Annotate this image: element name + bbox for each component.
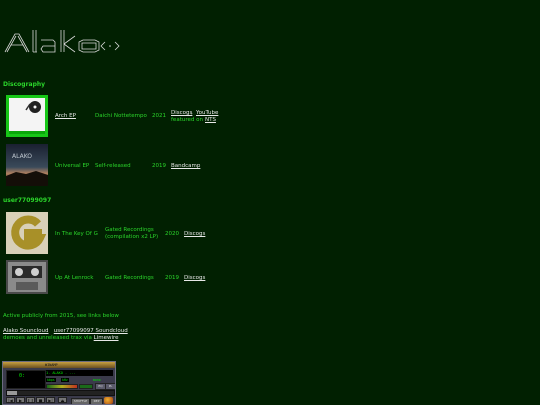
- discogs-link[interactable]: Discogs: [171, 110, 192, 117]
- demos-line: demoes and unreleased trax via Limewire: [3, 335, 119, 342]
- limewire-link[interactable]: Limewire: [94, 335, 119, 341]
- shuffle-button[interactable]: SHUFFLE: [71, 398, 90, 404]
- winamp-kbps: kbps: [46, 378, 56, 382]
- alako-logo-art: [4, 30, 120, 53]
- discogs-link[interactable]: Discogs: [184, 275, 205, 282]
- release-title: Universal EP: [55, 163, 90, 169]
- release-title: In The Key Of G: [55, 231, 98, 237]
- nts-link[interactable]: NTS: [205, 117, 216, 124]
- arch-ep-cover[interactable]: [6, 95, 48, 137]
- eject-button[interactable]: ⏏: [58, 397, 67, 403]
- user-soundcloud-link[interactable]: user77099097 Soundcloud: [54, 328, 128, 334]
- alako-logo: [3, 18, 121, 60]
- release-row: ALAKO Universal EP Self-released 2019 Ba…: [6, 144, 526, 186]
- play-button[interactable]: ▶: [16, 397, 25, 403]
- bandcamp-link[interactable]: Bandcamp: [171, 163, 200, 170]
- seek-knob[interactable]: [7, 391, 17, 395]
- demos-text: demoes and unreleased trax via: [3, 335, 92, 341]
- stop-button[interactable]: ■: [36, 397, 45, 403]
- next-button[interactable]: ▶|: [46, 397, 55, 403]
- link-separator: ,: [191, 110, 193, 116]
- winamp-titlebar[interactable]: WINAMP: [3, 362, 115, 368]
- release-title[interactable]: Arch EP: [55, 113, 76, 120]
- page: Discography Arch EP Daichi Nottetempo 20…: [0, 0, 540, 405]
- release-year: 2020: [165, 231, 179, 237]
- balance-slider[interactable]: [79, 384, 93, 389]
- soundcloud-links: Alako Souncloud user77099097 Soundcloud: [3, 328, 128, 335]
- release-label-note: (compilation x2 LP): [105, 234, 159, 240]
- previous-button[interactable]: |◀: [6, 397, 15, 403]
- in-the-key-of-g-cover[interactable]: [6, 212, 48, 254]
- winamp-khz: kHz: [61, 378, 69, 382]
- youtube-link[interactable]: YouTube: [196, 110, 218, 117]
- release-row: In The Key Of G Gated Recordings (compil…: [6, 212, 526, 254]
- release-label: Self-released: [95, 163, 131, 169]
- alias-heading: user77099097: [3, 197, 52, 204]
- pause-button[interactable]: ❙❙: [26, 397, 35, 403]
- winamp-title: WINAMP: [45, 363, 58, 367]
- repeat-button[interactable]: REP: [90, 398, 103, 404]
- winamp-time: 0:: [19, 373, 26, 379]
- featured-prefix: featured on: [171, 117, 203, 123]
- discogs-link[interactable]: Discogs: [184, 231, 205, 238]
- alako-soundcloud-link[interactable]: Alako Souncloud: [3, 328, 49, 334]
- discography-heading: Discography: [3, 81, 46, 88]
- release-row: Arch EP Daichi Nottetempo 2021 Discogs ,…: [6, 95, 526, 137]
- winamp-display: 0:: [6, 370, 46, 389]
- release-label: Gated Recordings: [105, 275, 154, 281]
- release-label: Daichi Nottetempo: [95, 113, 147, 119]
- active-text: Active publicly from 2015, see links bel…: [3, 313, 119, 319]
- release-year: 2019: [152, 163, 166, 169]
- winamp-player[interactable]: WINAMP 0: 1. ALAKO - ... kbps kHz mono E…: [2, 361, 116, 405]
- winamp-logo-icon[interactable]: [104, 397, 113, 404]
- seek-bar[interactable]: [6, 390, 115, 396]
- winamp-marquee: 1. ALAKO - ...: [46, 370, 113, 376]
- release-label: Gated Recordings: [105, 227, 154, 233]
- volume-slider[interactable]: [46, 384, 78, 389]
- up-at-lenrock-cover[interactable]: [6, 260, 48, 294]
- universal-ep-cover[interactable]: ALAKO: [6, 144, 48, 186]
- winamp-mono: mono: [93, 378, 101, 382]
- release-row: Up At Lenrock Gated Recordings 2019 Disc…: [6, 260, 526, 302]
- release-year: 2019: [165, 275, 179, 281]
- playlist-toggle[interactable]: PL: [105, 383, 115, 390]
- release-title: Up At Lenrock: [55, 275, 94, 281]
- release-year: 2021: [152, 113, 166, 119]
- universal-cover-text: ALAKO: [12, 153, 32, 160]
